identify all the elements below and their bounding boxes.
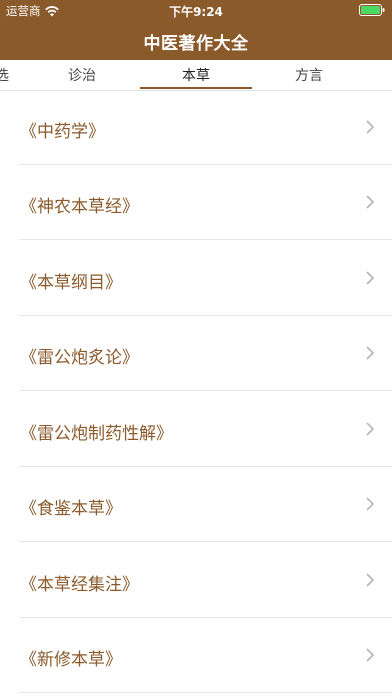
tab-bencao[interactable]: 本草 [140, 65, 252, 85]
chevron-right-icon [365, 194, 375, 210]
chevron-right-icon [365, 345, 375, 361]
list-item-label: 《中药学》 [20, 122, 105, 142]
chevron-right-icon [365, 119, 375, 135]
list-item[interactable]: 《雷公炮制药性解》 [20, 392, 392, 467]
chevron-right-icon [365, 496, 375, 512]
tab-zhenzhi[interactable]: 诊治 [26, 65, 138, 85]
chevron-right-icon [365, 421, 375, 437]
list-item[interactable]: 《新修本草》 [20, 618, 392, 693]
list-item-label: 《神农本草经》 [20, 197, 139, 217]
app-bar: 运营商 下午9:24 中医著作大全 [0, 0, 392, 60]
list-item-label: 《食鉴本草》 [20, 499, 122, 519]
tab-bar: 选 诊治 本草 方言 [0, 60, 392, 91]
list-item[interactable]: 《雷公炮炙论》 [20, 316, 392, 391]
list-item-label: 《雷公炮制药性解》 [20, 424, 173, 444]
chevron-right-icon [365, 647, 375, 663]
list-item[interactable]: 《中药学》 [20, 90, 392, 165]
battery-icon [359, 4, 385, 16]
chevron-right-icon [365, 270, 375, 286]
tab-indicator [140, 87, 252, 89]
page-title: 中医著作大全 [143, 34, 249, 54]
list-item-label: 《本草纲目》 [20, 273, 122, 293]
tab-fangyan[interactable]: 方言 [253, 65, 365, 85]
list-item-label: 《新修本草》 [20, 650, 122, 670]
chevron-right-icon [365, 572, 375, 588]
list-item[interactable]: 《神农本草经》 [20, 165, 392, 240]
screen: 运营商 下午9:24 中医著作大全 选 诊治 本草 方言 《中药学》 《神农本草… [0, 0, 392, 696]
list-item[interactable]: 《本草经集注》 [20, 543, 392, 618]
status-bar: 运营商 下午9:24 [0, 0, 392, 20]
list-item-label: 《本草经集注》 [20, 575, 139, 595]
list-item[interactable]: 《本草纲目》 [20, 241, 392, 316]
status-time: 下午9:24 [169, 5, 223, 19]
list-item[interactable]: 《食鉴本草》 [20, 467, 392, 542]
list-item-label: 《雷公炮炙论》 [20, 348, 139, 368]
